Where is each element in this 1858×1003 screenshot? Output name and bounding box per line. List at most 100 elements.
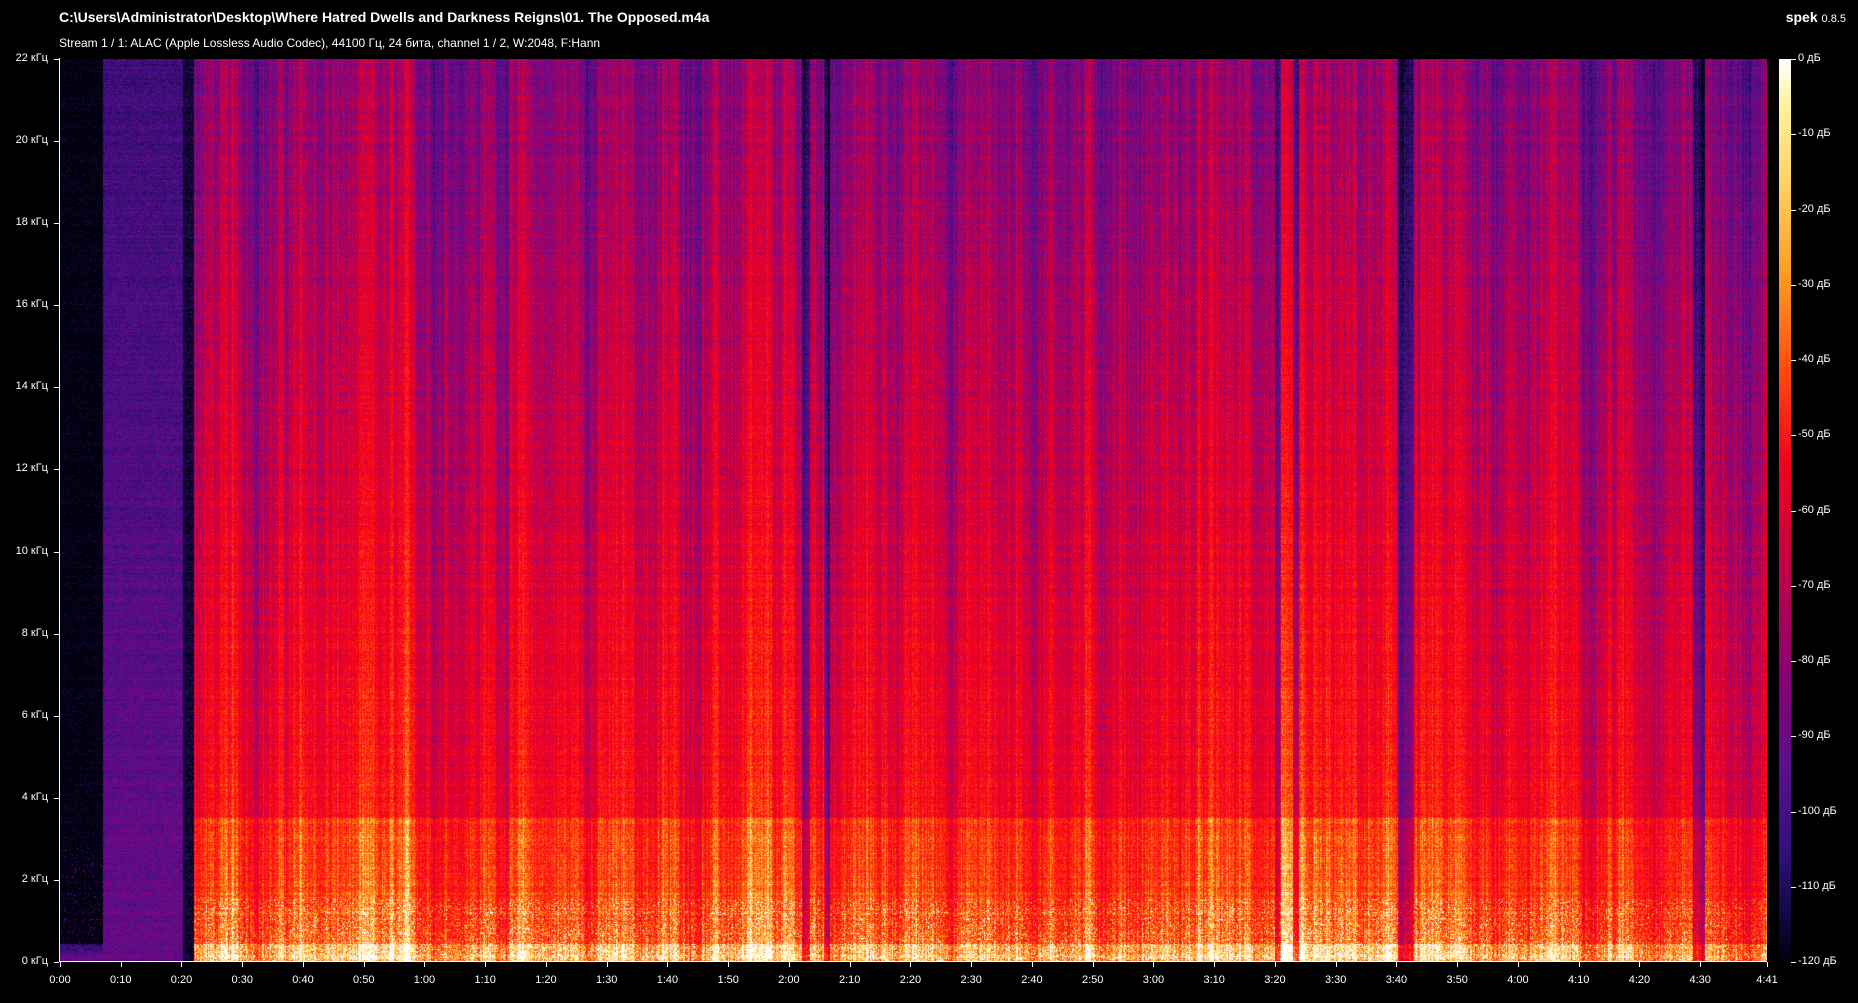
time-tick — [606, 962, 608, 967]
time-tick-label: 1:10 — [474, 974, 496, 986]
app-name: spek — [1785, 9, 1818, 25]
frequency-tick — [54, 715, 59, 717]
frequency-tick — [54, 469, 59, 471]
stream-info: Stream 1 / 1: ALAC (Apple Lossless Audio… — [59, 36, 601, 50]
time-tick — [971, 962, 973, 967]
decibel-tick — [1791, 736, 1796, 738]
frequency-tick — [54, 223, 59, 225]
time-tick-label: 3:00 — [1142, 974, 1165, 986]
frequency-tick-label: 6 кГц — [21, 708, 48, 721]
decibel-tick — [1791, 510, 1796, 512]
spectrogram-canvas[interactable] — [60, 59, 1767, 962]
time-tick-label: 1:30 — [596, 974, 618, 986]
time-tick-label: 2:50 — [1081, 974, 1104, 986]
time-tick — [120, 962, 122, 967]
frequency-tick-label: 8 кГц — [21, 626, 48, 639]
time-tick — [1457, 962, 1459, 967]
frequency-tick — [54, 387, 59, 389]
decibel-tick-label: -70 дБ — [1798, 578, 1831, 591]
frequency-tick-label: 4 кГц — [21, 790, 48, 803]
frequency-tick — [54, 633, 59, 635]
decibel-tick — [1791, 435, 1796, 437]
time-tick — [424, 962, 426, 967]
time-tick-label: 2:30 — [960, 974, 982, 986]
time-tick-label: 2:10 — [838, 974, 861, 986]
time-tick — [302, 962, 304, 967]
time-tick-label: 0:40 — [292, 974, 314, 986]
time-tick-label: 3:20 — [1264, 974, 1286, 986]
decibel-tick — [1791, 585, 1796, 587]
time-tick-label: 3:40 — [1385, 974, 1408, 986]
frequency-tick — [54, 141, 59, 143]
decibel-tick-label: -110 дБ — [1798, 879, 1836, 892]
frequency-tick-label: 16 кГц — [15, 298, 48, 311]
time-tick — [788, 962, 790, 967]
time-tick — [728, 962, 730, 967]
time-tick-label: 4:10 — [1567, 974, 1590, 986]
decibel-tick-label: -10 дБ — [1798, 127, 1831, 140]
time-tick-label: 2:00 — [778, 974, 800, 986]
frequency-tick — [54, 879, 59, 881]
time-tick — [849, 962, 851, 967]
frequency-tick-label: 12 кГц — [15, 462, 48, 475]
decibel-tick — [1791, 209, 1796, 211]
decibel-tick-label: -120 дБ — [1798, 955, 1837, 967]
decibel-tick-label: -60 дБ — [1798, 503, 1831, 516]
app-version: 0.8.5 — [1821, 13, 1846, 25]
frequency-tick-label: 20 кГц — [15, 134, 48, 147]
time-tick-label: 4:00 — [1507, 974, 1529, 986]
time-tick — [910, 962, 912, 967]
frequency-tick — [54, 797, 59, 799]
file-path-title: C:\Users\Administrator\Desktop\Where Hat… — [59, 9, 710, 25]
decibel-tick-label: -20 дБ — [1798, 202, 1831, 215]
decibel-tick-label: -30 дБ — [1798, 277, 1831, 290]
time-tick — [1031, 962, 1033, 967]
app-brand: spek 0.8.5 — [1786, 9, 1846, 25]
decibel-tick — [1791, 886, 1796, 888]
time-tick-label: 4:30 — [1689, 974, 1711, 986]
time-tick — [667, 962, 669, 967]
time-tick-label: 3:30 — [1324, 974, 1347, 986]
decibel-tick — [1791, 134, 1796, 136]
time-tick — [1578, 962, 1580, 967]
time-tick — [1517, 962, 1519, 967]
time-tick — [363, 962, 365, 967]
decibel-tick-label: -90 дБ — [1798, 729, 1831, 742]
time-tick-label: 0:20 — [170, 974, 193, 986]
time-tick-label: 1:40 — [656, 974, 679, 986]
frequency-tick — [54, 551, 59, 553]
time-tick-label: 0:50 — [353, 974, 375, 986]
decibel-tick-label: -100 дБ — [1798, 804, 1837, 817]
decibel-tick — [1791, 661, 1796, 662]
time-tick — [545, 962, 547, 967]
time-tick — [242, 962, 244, 967]
time-tick-label: 2:20 — [899, 974, 922, 986]
time-tick — [1639, 962, 1641, 967]
frequency-tick — [54, 59, 59, 60]
decibel-tick — [1791, 360, 1796, 361]
time-tick — [1700, 962, 1702, 967]
decibel-tick — [1791, 811, 1796, 813]
frequency-tick-label: 2 кГц — [21, 872, 48, 885]
time-tick-label: 1:20 — [535, 974, 557, 986]
frequency-tick — [54, 962, 59, 963]
time-tick-label: 4:41 — [1756, 974, 1778, 986]
time-tick — [60, 962, 61, 967]
decibel-colorbar — [1779, 59, 1791, 962]
time-tick — [485, 962, 487, 967]
decibel-tick — [1791, 59, 1796, 60]
time-tick-label: 1:00 — [413, 974, 436, 986]
decibel-tick-label: -50 дБ — [1798, 428, 1831, 441]
time-tick-label: 3:10 — [1203, 974, 1225, 986]
decibel-tick-label: -80 дБ — [1798, 654, 1831, 666]
frequency-tick-label: 18 кГц — [15, 216, 48, 229]
time-tick-label: 1:50 — [717, 974, 739, 986]
time-tick — [1767, 962, 1768, 967]
time-tick — [1396, 962, 1398, 967]
decibel-tick — [1791, 962, 1796, 963]
decibel-tick-label: 0 дБ — [1798, 52, 1821, 64]
frequency-tick-label: 22 кГц — [15, 52, 48, 64]
time-tick-label: 0:10 — [110, 974, 132, 986]
time-tick — [1214, 962, 1216, 967]
frequency-tick-label: 10 кГц — [15, 544, 48, 557]
